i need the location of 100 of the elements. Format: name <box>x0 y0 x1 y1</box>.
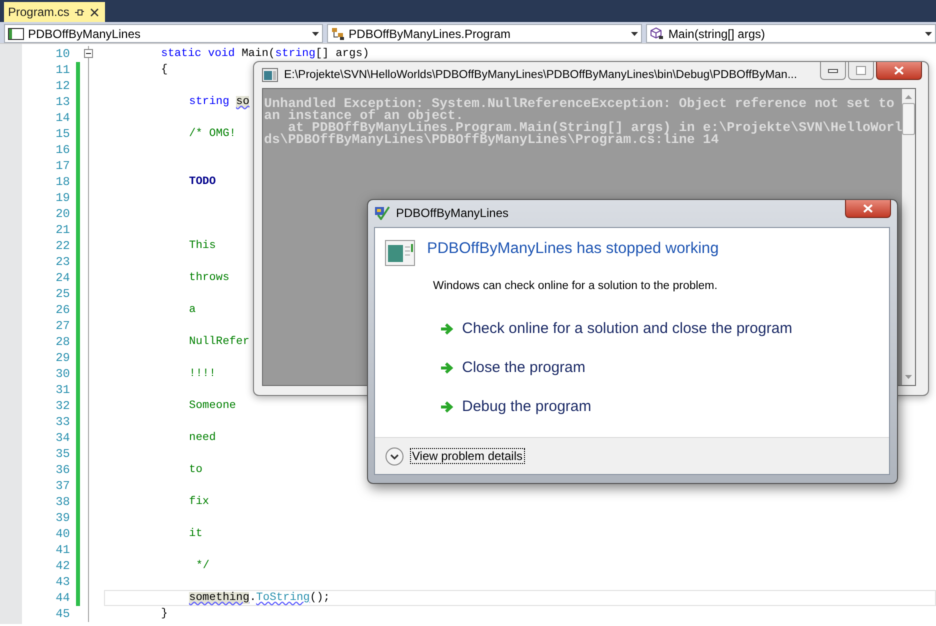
line-number: 15 <box>54 126 71 142</box>
arrow-icon <box>441 362 454 374</box>
minimize-icon <box>828 68 838 72</box>
line-number: 22 <box>54 238 71 254</box>
todo-keyword: TODO <box>189 176 216 188</box>
csharp-file-icon <box>8 28 24 40</box>
console-output-line: ds\PDBOffByManyLines\PDBOffByManyLines\Program.cs:line 14 <box>264 134 719 146</box>
navigation-dropdown[interactable]: PDBOffByManyLines <box>4 24 323 43</box>
line-number: 21 <box>54 222 71 238</box>
comment-text: This <box>189 240 216 252</box>
comment-text: /* OMG! <box>189 128 236 140</box>
navigation-dropdown[interactable]: PDBOffByManyLines.Program <box>326 24 642 43</box>
comment-text: need <box>189 432 216 444</box>
identifier: so <box>236 96 250 108</box>
arrow-icon <box>441 400 454 412</box>
line-number: 19 <box>54 190 71 206</box>
arrow-icon <box>441 322 454 334</box>
program-window-icon <box>385 240 415 266</box>
command-link[interactable]: Debug the program <box>441 398 889 415</box>
line-number: 16 <box>54 142 71 158</box>
line-number: 33 <box>54 414 71 430</box>
line-number: 18 <box>54 174 71 190</box>
line-number: 34 <box>54 430 71 446</box>
comment-text: */ <box>196 560 210 572</box>
close-button[interactable] <box>876 62 922 80</box>
line-number: 35 <box>54 446 71 462</box>
class-icon <box>330 27 345 40</box>
dropdown-caret-icon <box>631 32 638 36</box>
keyword: string <box>189 96 230 108</box>
dropdown-caret-icon <box>312 32 319 36</box>
line-number: 24 <box>54 270 71 286</box>
document-tab[interactable]: Program.cs <box>4 2 106 22</box>
code-text: [] args) <box>315 48 370 60</box>
close-icon[interactable] <box>90 8 100 16</box>
collapse-icon[interactable] <box>84 49 93 58</box>
comment-text: !!!! <box>189 368 216 380</box>
line-number: 13 <box>54 94 71 110</box>
app-check-icon <box>374 206 390 220</box>
details-link[interactable]: View problem details <box>410 448 525 464</box>
dialog-message: Windows can check online for a solution to the problem. <box>433 280 718 292</box>
line-number: 10 <box>54 46 71 62</box>
line-number: 27 <box>54 318 71 334</box>
comment-text: a <box>189 304 196 316</box>
comment-text: fix <box>189 496 210 508</box>
pin-icon[interactable] <box>75 8 84 16</box>
close-icon <box>894 66 904 75</box>
line-number: 26 <box>54 302 71 318</box>
comment-text: Someone <box>189 400 236 412</box>
line-number: 31 <box>54 382 71 398</box>
method-call: ToString <box>256 592 310 604</box>
code-text: (); <box>310 592 330 604</box>
line-number: 38 <box>54 494 71 510</box>
command-link[interactable]: Check online for a solution and close the program <box>441 320 889 337</box>
scroll-thumb[interactable] <box>902 103 916 135</box>
line-number: 40 <box>54 526 71 542</box>
comment-text: NullRefer <box>189 336 250 348</box>
navigation-dropdown[interactable]: Main(string[] args) <box>646 24 936 43</box>
console-output-line: at PDBOffByManyLines.Program.Main(String[] args) in e:\Projekte\SVN\HelloWorl <box>288 122 902 134</box>
close-button[interactable] <box>845 200 891 218</box>
console-output-line: Unhandled Exception: System.NullReferenceException: Object reference not set to <box>264 98 896 110</box>
line-number: 20 <box>54 206 71 222</box>
line-number: 37 <box>54 478 71 494</box>
line-number: 25 <box>54 286 71 302</box>
code-text: Main( <box>240 48 276 60</box>
comment-text: it <box>189 528 202 540</box>
line-number: 45 <box>54 606 71 622</box>
close-icon <box>863 204 873 213</box>
console-output-line: an instance of an object. <box>264 110 464 122</box>
scrollbar[interactable] <box>902 89 916 385</box>
line-number: 11 <box>54 62 71 78</box>
line-number: 43 <box>54 574 71 590</box>
line-number: 30 <box>54 366 71 382</box>
line-number: 39 <box>54 510 71 526</box>
line-number: 32 <box>54 398 71 414</box>
minimize-button[interactable] <box>820 62 846 80</box>
maximize-button[interactable] <box>848 62 874 80</box>
line-number: 44 <box>54 590 71 606</box>
line-number: 12 <box>54 78 71 94</box>
code-text: { <box>161 64 168 76</box>
comment-text: to <box>189 464 202 476</box>
line-number: 17 <box>54 158 71 174</box>
keyword: string <box>275 48 316 60</box>
method-icon <box>650 27 664 40</box>
window-title: E:\Projekte\SVN\HelloWorlds\PDBOffByManyLines\PDBOffByManyLines\bin\Debug\PDBOffByMan... <box>284 68 798 80</box>
line-number: 14 <box>54 110 71 126</box>
line-number: 36 <box>54 462 71 478</box>
dialog-heading: PDBOffByManyLines has stopped working <box>427 240 719 258</box>
command-link[interactable]: Close the program <box>441 359 889 376</box>
code-text: } <box>161 608 168 620</box>
comment-text: throws <box>189 272 230 284</box>
maximize-icon <box>856 66 866 75</box>
scroll-down-icon[interactable] <box>905 375 912 379</box>
line-number: 29 <box>54 350 71 366</box>
console-app-icon <box>262 68 278 82</box>
line-number: 42 <box>54 558 71 574</box>
expand-chevron-icon[interactable] <box>385 446 404 466</box>
line-number: 41 <box>54 542 71 558</box>
dropdown-caret-icon <box>925 32 932 36</box>
dialog-title: PDBOffByManyLines <box>396 206 508 220</box>
code-text: . <box>249 592 256 604</box>
